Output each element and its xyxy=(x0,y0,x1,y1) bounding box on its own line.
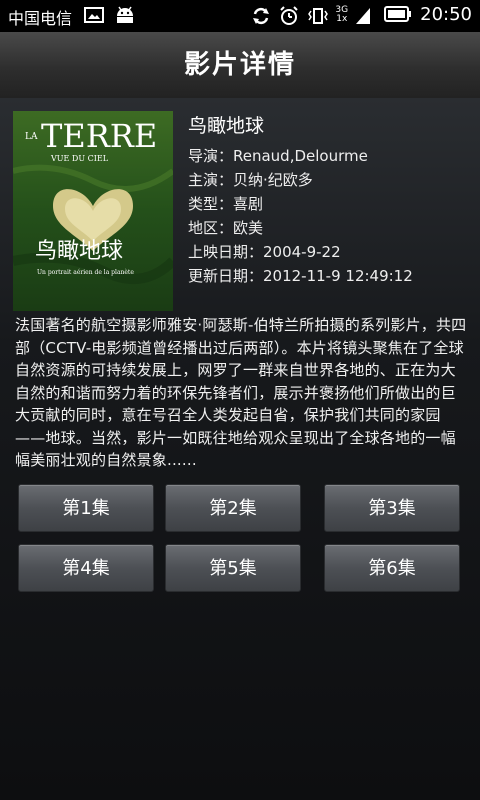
status-bar: 中国电信 3G 1x 20:50 xyxy=(0,0,480,32)
episode-6-button[interactable]: 第6集 xyxy=(324,544,460,592)
episode-3-button[interactable]: 第3集 xyxy=(324,484,460,532)
episode-5-button[interactable]: 第5集 xyxy=(165,544,301,592)
movie-description: 法国著名的航空摄影师雅安·阿瑟斯-伯特兰所拍摄的系列影片，共四部（CCTV-电影… xyxy=(15,316,467,469)
episode-1-button[interactable]: 第1集 xyxy=(18,484,154,532)
poster-cn-title: 鸟瞰地球 xyxy=(35,239,123,264)
status-icons: 3G 1x 20:50 xyxy=(251,4,472,25)
region-label: 地区：欧美 xyxy=(188,219,264,237)
poster-subline: VUE DU CIEL xyxy=(50,154,109,163)
movie-detail: LA TERRE VUE DU CIEL 鸟瞰地球 Un portrait aé… xyxy=(0,98,480,800)
genre-label: 类型：喜剧 xyxy=(188,195,264,213)
carrier-label: 中国电信 xyxy=(8,9,73,28)
update-date-label: 更新日期：2012-11-9 12:49:12 xyxy=(188,267,413,285)
vibrate-icon xyxy=(307,6,329,24)
movie-poster: LA TERRE VUE DU CIEL 鸟瞰地球 Un portrait aé… xyxy=(13,111,173,311)
episode-2-button[interactable]: 第2集 xyxy=(165,484,301,532)
alarm-icon xyxy=(279,5,299,25)
cast-label: 主演：贝纳·纪欧多 xyxy=(188,171,313,189)
android-icon xyxy=(114,6,134,24)
release-date-label: 上映日期：2004-9-22 xyxy=(188,243,341,261)
network-type: 3G 1x xyxy=(335,4,349,24)
sync-icon xyxy=(251,6,271,24)
page-title: 影片详情 xyxy=(183,50,296,80)
poster-headline: TERRE xyxy=(41,117,157,155)
signal-icon xyxy=(356,6,376,24)
battery-icon xyxy=(384,5,412,24)
movie-info: 鸟瞰地球 导演：Renaud,Delourme 主演：贝纳·纪欧多 类型：喜剧 … xyxy=(188,114,473,288)
director-label: 导演：Renaud,Delourme xyxy=(188,147,368,165)
poster-tagline: Un portrait aérien de la planète xyxy=(37,269,134,276)
title-bar: 影片详情 xyxy=(0,32,480,99)
notification-icons xyxy=(84,6,134,24)
image-notification-icon xyxy=(84,6,104,24)
clock: 20:50 xyxy=(420,4,472,25)
episode-4-button[interactable]: 第4集 xyxy=(18,544,154,592)
poster-prefix: LA xyxy=(25,132,38,142)
movie-title: 鸟瞰地球 xyxy=(188,115,265,137)
